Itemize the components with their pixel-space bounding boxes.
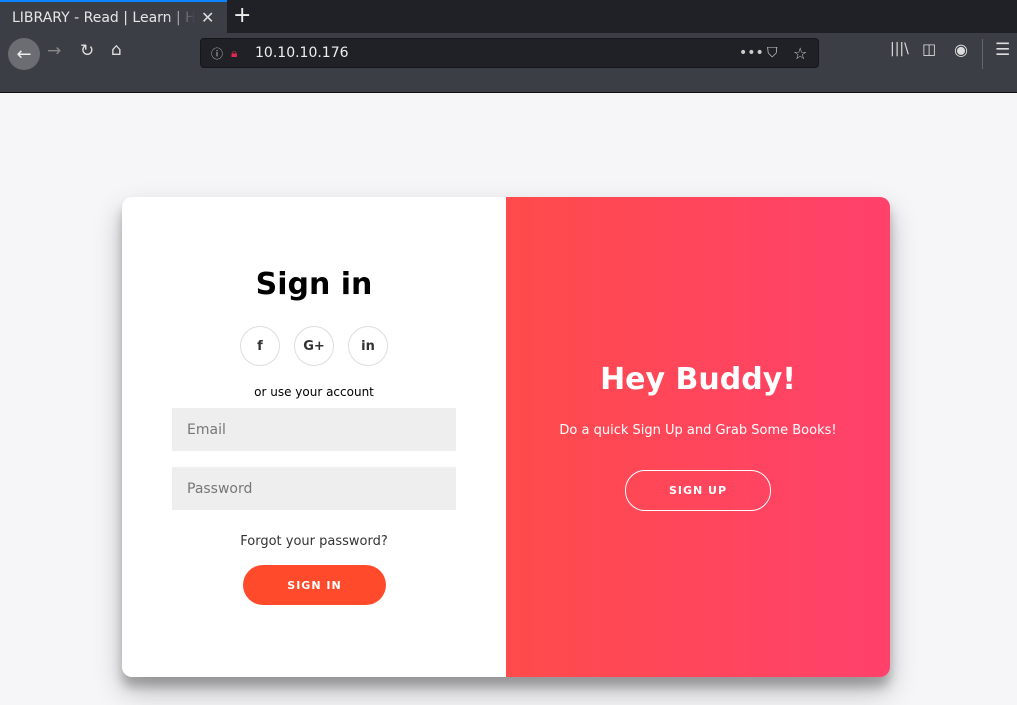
more-icon[interactable]: ••• <box>739 45 764 61</box>
tab-title: LIBRARY - Read | Learn | Hav <box>12 9 195 26</box>
library-icon[interactable]: |||\ <box>890 41 909 57</box>
sign-in-panel: Sign in f G+ in or use your account Forg… <box>122 197 506 677</box>
sign-up-overlay: Hey Buddy! Do a quick Sign Up and Grab S… <box>506 197 890 677</box>
new-tab-icon[interactable]: + <box>233 3 251 28</box>
tab-bar: LIBRARY - Read | Learn | Hav ✕ + <box>0 0 1017 33</box>
facebook-icon[interactable]: f <box>240 326 280 366</box>
sidebar-icon[interactable]: ◫ <box>922 40 936 58</box>
info-icon[interactable]: ⓘ <box>211 45 223 62</box>
alt-text: or use your account <box>254 385 374 399</box>
divider <box>982 39 983 69</box>
url-text[interactable]: 10.10.10.176 <box>255 45 349 61</box>
sign-in-title: Sign in <box>255 267 373 302</box>
close-tab-icon[interactable]: ✕ <box>201 8 214 27</box>
linkedin-icon[interactable]: in <box>348 326 388 366</box>
pocket-icon[interactable]: ⛉ <box>767 45 778 61</box>
menu-icon[interactable]: ☰ <box>995 40 1010 60</box>
password-input[interactable] <box>172 467 456 510</box>
sign-up-button[interactable]: SIGN UP <box>625 470 771 511</box>
social-buttons: f G+ in <box>122 326 506 366</box>
home-icon[interactable]: ⌂ <box>111 40 122 60</box>
sign-in-button[interactable]: SIGN IN <box>243 565 386 605</box>
bookmark-star-icon[interactable]: ☆ <box>793 44 807 63</box>
browser-tab[interactable]: LIBRARY - Read | Learn | Hav ✕ <box>0 0 227 33</box>
google-plus-icon[interactable]: G+ <box>294 326 334 366</box>
email-input[interactable] <box>172 408 456 451</box>
back-icon[interactable]: ← <box>8 38 40 70</box>
url-bar[interactable]: ⓘ 🔒︎ 10.10.10.176 ••• ⛉ ☆ <box>200 38 819 68</box>
auth-card: Sign in f G+ in or use your account Forg… <box>122 197 890 677</box>
forgot-password-link[interactable]: Forgot your password? <box>122 534 506 549</box>
reload-icon[interactable]: ↻ <box>80 41 94 61</box>
insecure-lock-icon[interactable]: 🔒︎ <box>231 46 237 61</box>
account-icon[interactable]: ◉ <box>954 40 968 59</box>
nav-bar: ← → ↻ ⌂ ⓘ 🔒︎ 10.10.10.176 ••• ⛉ ☆ |||\ ◫… <box>0 33 1017 93</box>
forward-icon[interactable]: → <box>47 41 61 61</box>
overlay-title: Hey Buddy! <box>600 362 796 397</box>
overlay-text: Do a quick Sign Up and Grab Some Books! <box>559 423 837 438</box>
